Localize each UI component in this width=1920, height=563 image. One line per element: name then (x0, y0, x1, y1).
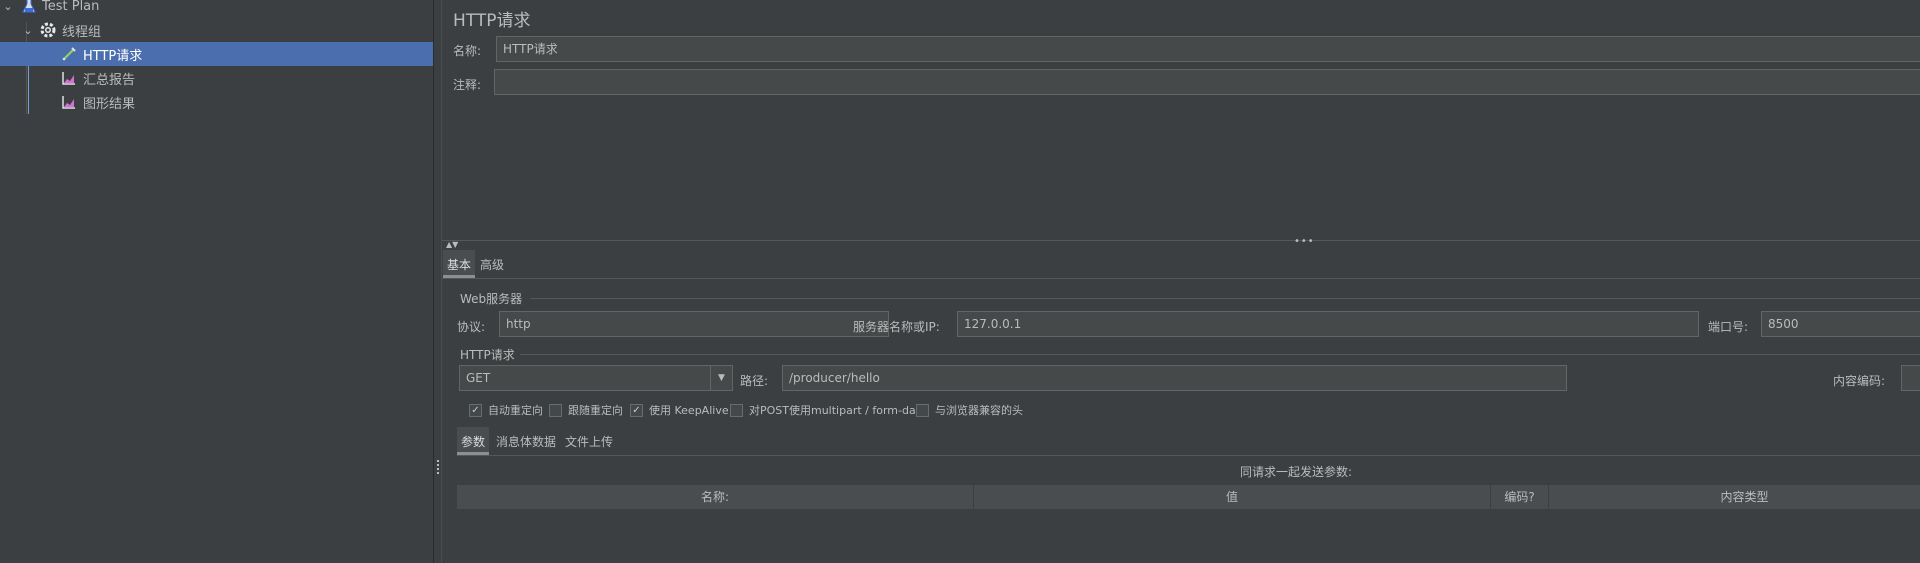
method-select[interactable]: GET ▼ (459, 365, 733, 391)
port-label: 端口号: (1708, 320, 1749, 334)
chevron-down-icon[interactable]: ▼ (710, 366, 732, 390)
collapse-arrows-icon[interactable]: ▲▼ (446, 240, 458, 249)
divider (457, 455, 1920, 456)
tree-item-test-plan[interactable]: ⌄ Test Plan (0, 0, 433, 18)
splitter-grip-icon[interactable] (437, 460, 439, 474)
chart-icon (61, 70, 77, 86)
tree-item-thread-group[interactable]: ⌄ 线程组 (0, 18, 433, 42)
page-title: HTTP请求 (453, 11, 531, 31)
name-label: 名称: (453, 44, 482, 58)
column-header-value[interactable]: 值 (974, 485, 1491, 509)
column-header-encode[interactable]: 编码? (1491, 485, 1549, 509)
params-table-header: 名称: 值 编码? 内容类型 (457, 485, 1920, 509)
tab-parameters[interactable]: 参数 (457, 427, 490, 455)
checkbox-label: 使用 KeepAlive (649, 404, 729, 417)
tree-item-label: 汇总报告 (83, 72, 136, 88)
server-field[interactable]: 127.0.0.1 (957, 311, 1699, 337)
tree-item-label: HTTP请求 (83, 48, 143, 64)
checkbox-label: 与浏览器兼容的头 (935, 404, 1023, 417)
pipette-icon (61, 46, 77, 62)
checkbox-label: 对POST使用multipart / form-data (749, 404, 927, 417)
tree-item-label: 线程组 (62, 24, 102, 40)
checkbox-unchecked-icon[interactable] (549, 403, 562, 417)
keepalive-checkbox[interactable]: ✓ 使用 KeepAlive (630, 402, 729, 418)
checkbox-label: 自动重定向 (488, 404, 543, 417)
path-label: 路径: (740, 374, 769, 388)
method-value: GET (466, 371, 491, 385)
tab-body-data[interactable]: 消息体数据 (492, 427, 560, 455)
tree-item-label: Test Plan (42, 0, 100, 14)
flask-icon (21, 0, 37, 14)
auto-redirect-checkbox[interactable]: ✓ 自动重定向 (469, 402, 543, 418)
multipart-checkbox[interactable]: 对POST使用multipart / form-data (730, 402, 927, 418)
tree-item-graph-results[interactable]: 图形结果 (0, 90, 433, 114)
comment-field[interactable] (494, 69, 1920, 95)
tree-item-label: 图形结果 (83, 96, 136, 112)
checkbox-unchecked-icon[interactable] (916, 403, 929, 417)
name-field[interactable]: HTTP请求 (496, 36, 1920, 62)
checkbox-checked-icon[interactable]: ✓ (630, 403, 643, 417)
browser-compatible-headers-checkbox[interactable]: 与浏览器兼容的头 (916, 402, 1023, 418)
tab-advanced[interactable]: 高级 (476, 250, 508, 278)
chevron-down-icon[interactable]: ⌄ (22, 24, 34, 37)
test-plan-tree: ⌄ Test Plan ⌄ 线程组 HTTP请求 汇总报告 图形结果 (0, 0, 433, 563)
path-field[interactable]: /producer/hello (782, 365, 1567, 391)
protocol-label: 协议: (457, 320, 486, 334)
checkbox-unchecked-icon[interactable] (730, 403, 743, 417)
column-header-content-type[interactable]: 内容类型 (1549, 485, 1920, 509)
section-line (520, 354, 1920, 355)
column-header-name[interactable]: 名称: (457, 485, 974, 509)
chart-icon (61, 94, 77, 110)
chevron-down-icon[interactable]: ⌄ (2, 0, 14, 13)
tab-file-upload[interactable]: 文件上传 (561, 427, 617, 455)
tab-basic[interactable]: 基本 (443, 250, 476, 278)
panel-splitter[interactable] (433, 0, 442, 563)
follow-redirect-checkbox[interactable]: 跟随重定向 (549, 402, 623, 418)
drag-handle-icon[interactable]: ••• (1294, 236, 1315, 247)
encoding-label: 内容编码: (1833, 374, 1886, 388)
encoding-field[interactable] (1901, 365, 1920, 391)
tree-item-summary-report[interactable]: 汇总报告 (0, 66, 433, 90)
checkbox-checked-icon[interactable]: ✓ (469, 403, 482, 417)
protocol-field[interactable]: http (499, 311, 889, 337)
params-caption: 同请求一起发送参数: (1240, 465, 1353, 479)
checkbox-label: 跟随重定向 (568, 404, 623, 417)
port-field[interactable]: 8500 (1761, 311, 1920, 337)
comment-label: 注释: (453, 78, 482, 92)
divider (442, 278, 1920, 279)
tree-item-http-request[interactable]: HTTP请求 (0, 42, 433, 66)
gear-icon (40, 22, 56, 38)
section-line (530, 298, 1920, 299)
http-request-section-title: HTTP请求 (460, 348, 515, 362)
http-request-panel: HTTP请求 名称: HTTP请求 注释: ▲▼ ••• 基本 高级 Web服务… (442, 0, 1920, 563)
server-label: 服务器名称或IP: (853, 320, 940, 334)
divider (442, 240, 1920, 241)
web-server-section-title: Web服务器 (460, 292, 523, 306)
